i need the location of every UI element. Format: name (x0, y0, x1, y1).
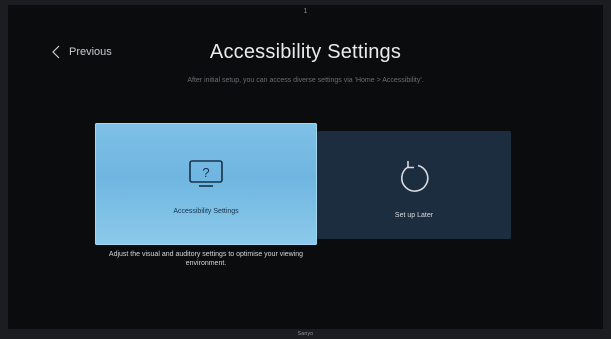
page-title: Accessibility Settings (209, 41, 402, 63)
tv-bezel: 1 Previous Accessibility Settings After … (0, 0, 611, 339)
set-up-later-option-label: Set up Later (394, 212, 434, 219)
accessibility-settings-option[interactable]: ? Accessibility Settings (95, 123, 317, 245)
tv-screen: 1 Previous Accessibility Settings After … (8, 5, 603, 329)
step-indicator: 1 (303, 8, 308, 15)
brand-logo: Sanyo (297, 331, 314, 337)
accessibility-settings-option-label: Accessibility Settings (173, 208, 239, 215)
set-up-later-option[interactable]: Set up Later (317, 131, 511, 239)
monitor-question-icon: ? (188, 159, 224, 194)
page-subtitle: After initial setup, you can access dive… (187, 77, 424, 84)
option-description: Adjust the visual and auditory settings … (108, 251, 304, 267)
refresh-icon (396, 159, 432, 200)
svg-text:?: ? (202, 165, 209, 180)
